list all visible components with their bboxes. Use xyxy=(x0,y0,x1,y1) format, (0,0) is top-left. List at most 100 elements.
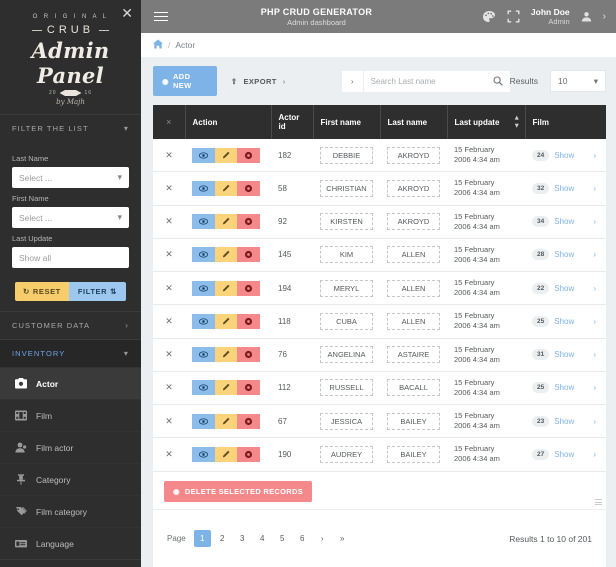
edit-button[interactable] xyxy=(215,314,238,329)
show-link[interactable]: Show xyxy=(554,383,574,392)
chevron-right-icon[interactable]: › xyxy=(593,317,596,326)
view-button[interactable] xyxy=(192,247,215,262)
first-name-value[interactable]: MERYL xyxy=(320,280,373,297)
chevron-right-icon[interactable]: › xyxy=(593,184,596,193)
chevron-right-icon[interactable]: › xyxy=(593,450,596,459)
delete-button[interactable] xyxy=(237,347,260,362)
delete-button[interactable] xyxy=(237,414,260,429)
filter-select-first-name[interactable]: Select ... ▾ xyxy=(12,207,129,228)
home-icon[interactable] xyxy=(153,39,163,51)
search-expand-button[interactable]: › xyxy=(342,71,364,92)
page-button-1[interactable]: 1 xyxy=(194,530,211,547)
edit-button[interactable] xyxy=(215,148,238,163)
view-button[interactable] xyxy=(192,214,215,229)
show-link[interactable]: Show xyxy=(554,350,574,359)
page-button-3[interactable]: 3 xyxy=(234,530,251,547)
search-icon[interactable] xyxy=(486,71,510,92)
row-delete-icon[interactable]: ✕ xyxy=(153,172,185,205)
delete-button[interactable] xyxy=(237,181,260,196)
view-button[interactable] xyxy=(192,414,215,429)
filter-select-last-name[interactable]: Select ... ▾ xyxy=(12,167,129,188)
row-delete-icon[interactable]: ✕ xyxy=(153,272,185,305)
edit-button[interactable] xyxy=(215,214,238,229)
sidebar-item-language[interactable]: Language xyxy=(0,527,141,559)
edit-button[interactable] xyxy=(215,414,238,429)
first-name-value[interactable]: CUBA xyxy=(320,313,373,330)
chevron-right-icon[interactable]: › xyxy=(593,284,596,293)
delete-button[interactable] xyxy=(237,247,260,262)
row-delete-icon[interactable]: ✕ xyxy=(153,305,185,338)
last-page-button[interactable]: » xyxy=(334,530,351,547)
column-actor-id[interactable]: Actor id xyxy=(271,105,313,139)
chevron-right-icon[interactable]: › xyxy=(593,417,596,426)
chevron-right-icon[interactable]: › xyxy=(593,250,596,259)
search-input[interactable]: Search Last name xyxy=(364,71,486,92)
show-link[interactable]: Show xyxy=(554,450,574,459)
view-button[interactable] xyxy=(192,314,215,329)
view-button[interactable] xyxy=(192,281,215,296)
chevron-right-icon[interactable]: › xyxy=(593,151,596,160)
page-button-6[interactable]: 6 xyxy=(294,530,311,547)
chevron-right-icon[interactable]: › xyxy=(593,383,596,392)
delete-button[interactable] xyxy=(237,380,260,395)
delete-selected-records-button[interactable]: ◉ DELETE SELECTED RECORDS xyxy=(164,481,312,502)
show-link[interactable]: Show xyxy=(554,317,574,326)
chevron-right-icon[interactable]: › xyxy=(603,11,606,22)
delete-button[interactable] xyxy=(237,281,260,296)
first-name-value[interactable]: CHRISTIAN xyxy=(320,180,373,197)
view-button[interactable] xyxy=(192,347,215,362)
row-delete-icon[interactable]: ✕ xyxy=(153,338,185,371)
column-last-update[interactable]: Last update ▴ ▾ xyxy=(447,105,525,139)
filter-button[interactable]: FILTER ⇅ xyxy=(69,282,126,301)
row-delete-icon[interactable]: ✕ xyxy=(153,139,185,172)
last-name-value[interactable]: BACALL xyxy=(387,379,440,396)
sidebar-item-film-category[interactable]: Film category xyxy=(0,495,141,527)
last-name-value[interactable]: AKROYD xyxy=(387,180,440,197)
show-link[interactable]: Show xyxy=(554,151,574,160)
last-name-value[interactable]: BAILEY xyxy=(387,413,440,430)
delete-button[interactable] xyxy=(237,314,260,329)
show-link[interactable]: Show xyxy=(554,250,574,259)
sort-arrows-icon[interactable]: ▴ ▾ xyxy=(515,115,519,130)
edit-button[interactable] xyxy=(215,247,238,262)
edit-button[interactable] xyxy=(215,347,238,362)
first-name-value[interactable]: RUSSELL xyxy=(320,379,373,396)
first-name-value[interactable]: AUDREY xyxy=(320,446,373,463)
delete-button[interactable] xyxy=(237,447,260,462)
column-last-name[interactable]: Last name xyxy=(380,105,447,139)
page-button-2[interactable]: 2 xyxy=(214,530,231,547)
last-name-value[interactable]: BAILEY xyxy=(387,446,440,463)
sidebar-item-actor[interactable]: Actor xyxy=(0,367,141,399)
export-button[interactable]: ⇧ EXPORT › xyxy=(223,71,294,92)
sidebar-item-film-actor[interactable]: Film actor xyxy=(0,431,141,463)
user-info[interactable]: John Doe Admin xyxy=(531,7,570,26)
results-per-page-select[interactable]: 10 ▾ xyxy=(550,70,606,92)
view-button[interactable] xyxy=(192,148,215,163)
resize-handle[interactable] xyxy=(595,499,602,506)
reset-button[interactable]: ↻ RESET xyxy=(15,282,69,301)
row-delete-icon[interactable]: ✕ xyxy=(153,371,185,404)
edit-button[interactable] xyxy=(215,181,238,196)
row-delete-icon[interactable]: ✕ xyxy=(153,205,185,238)
last-name-value[interactable]: ALLEN xyxy=(387,313,440,330)
filter-select-last-update[interactable]: Show all xyxy=(12,247,129,268)
last-name-value[interactable]: ALLEN xyxy=(387,280,440,297)
column-select-all[interactable]: × xyxy=(153,105,185,139)
row-delete-icon[interactable]: ✕ xyxy=(153,438,185,471)
delete-button[interactable] xyxy=(237,214,260,229)
sidebar-section-customer-data[interactable]: CUSTOMER DATA › xyxy=(0,311,141,339)
chevron-right-icon[interactable]: › xyxy=(593,217,596,226)
row-delete-icon[interactable]: ✕ xyxy=(153,405,185,438)
edit-button[interactable] xyxy=(215,281,238,296)
edit-button[interactable] xyxy=(215,447,238,462)
last-name-value[interactable]: AKROYD xyxy=(387,213,440,230)
first-name-value[interactable]: ANGELINA xyxy=(320,346,373,363)
last-name-value[interactable]: AKROYD xyxy=(387,147,440,164)
first-name-value[interactable]: DEBBIE xyxy=(320,147,373,164)
page-button-4[interactable]: 4 xyxy=(254,530,271,547)
edit-button[interactable] xyxy=(215,380,238,395)
column-first-name[interactable]: First name xyxy=(313,105,380,139)
sidebar-section-business[interactable]: BUSINESS › xyxy=(0,559,141,567)
last-name-value[interactable]: ASTAIRE xyxy=(387,346,440,363)
show-link[interactable]: Show xyxy=(554,184,574,193)
